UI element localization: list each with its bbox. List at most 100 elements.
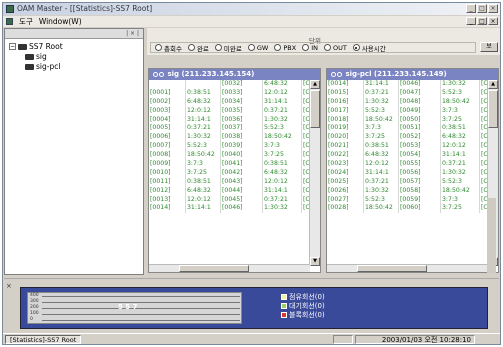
table-row[interactable]: [0016] 1:30:32 [0048] 18:50:42 [C bbox=[327, 97, 488, 107]
table-cell: [0035] bbox=[221, 106, 263, 116]
table-row[interactable]: [0025] 0:37:21 [0057] 5:52:3 [C bbox=[327, 177, 488, 187]
table-row[interactable]: [0012] 6:48:32 [0044] 31:14:1 [C bbox=[149, 186, 310, 196]
table-row[interactable]: [0005] 0:37:21 [0037] 5:52:3 [C bbox=[149, 124, 310, 134]
zoom-in-icon[interactable] bbox=[331, 71, 336, 77]
table-cell: [0034] bbox=[221, 97, 263, 107]
tree-node-root[interactable]: − SS7 Root bbox=[9, 42, 63, 51]
table-row[interactable]: [0027] 5:52:3 [0059] 3:7:3 [C bbox=[327, 195, 488, 205]
table-cell: [0020] bbox=[327, 133, 364, 143]
table-cell: [0060] bbox=[399, 204, 441, 214]
table-row[interactable]: [0014] 31:14:1 [0046] 1:30:32 [C bbox=[149, 204, 310, 214]
table-row[interactable]: [0010] 3:7:25 [0042] 6:48:32 [C bbox=[149, 168, 310, 178]
horizontal-scrollbar[interactable] bbox=[327, 264, 488, 272]
table-cell: [0022] bbox=[327, 151, 364, 161]
mdi-restore-button[interactable]: □ bbox=[477, 17, 487, 25]
table-cell: [0042] bbox=[221, 168, 263, 178]
table-row[interactable]: [0020] 3:7:25 [0052] 6:48:32 [C bbox=[327, 133, 488, 143]
table-cell: 6:48:32 bbox=[263, 168, 302, 178]
axis-tick: 300 bbox=[30, 299, 39, 304]
table-row[interactable]: [0009] 3:7:3 [0041] 0:38:51 [C bbox=[149, 160, 310, 169]
table-cell: 0:38:51 bbox=[186, 88, 221, 98]
splitter-grip[interactable] bbox=[487, 198, 496, 273]
table-row[interactable]: [0014] 31:14:1 [0046] 1:30:32 [C bbox=[327, 80, 488, 89]
scroll-thumb[interactable] bbox=[488, 90, 498, 128]
vertical-scrollbar[interactable]: ▲ ▼ bbox=[309, 80, 320, 266]
stats-panel-sig-pcl: sig-pcl (211.233.145.149) [0014] 31:14:1[… bbox=[326, 68, 499, 273]
radio-total-count[interactable]: 총회수 bbox=[155, 43, 182, 53]
radio-pbx[interactable]: PBX bbox=[274, 44, 296, 52]
scroll-thumb[interactable] bbox=[179, 265, 249, 272]
tree-panel-header[interactable]: | × | bbox=[5, 29, 143, 39]
table-cell: 0:38:51 bbox=[263, 160, 302, 169]
grid-line bbox=[42, 320, 240, 321]
scroll-thumb[interactable] bbox=[357, 265, 427, 272]
expand-minus-icon[interactable]: − bbox=[9, 43, 16, 50]
table-cell: [0039] bbox=[221, 142, 263, 152]
radio-in[interactable]: IN bbox=[302, 44, 318, 52]
menu-window[interactable]: Window(W) bbox=[39, 17, 82, 26]
scroll-down-icon[interactable]: ▼ bbox=[310, 257, 320, 266]
table-row[interactable]: [0008] 18:50:42 [0040] 3:7:25 [C bbox=[149, 151, 310, 161]
table-cell: 12:0:12 bbox=[263, 88, 302, 98]
table-row[interactable]: [0028] 18:50:42 [0060] 3:7:25 [C bbox=[327, 204, 488, 214]
table-row[interactable]: [0032] 6:48:32 [C bbox=[149, 80, 310, 89]
table-cell: 18:50:42 bbox=[364, 115, 399, 125]
horizontal-scrollbar[interactable] bbox=[149, 264, 310, 272]
table-row[interactable]: [0019] 3:7:3 [0051] 0:38:51 [C bbox=[327, 124, 488, 134]
table-row[interactable]: [0024] 31:14:1 [0056] 1:30:32 [C bbox=[327, 168, 488, 178]
table-row[interactable]: [0026] 1:30:32 [0058] 18:50:42 [C bbox=[327, 186, 488, 196]
table-row[interactable]: [0006] 1:30:32 [0038] 18:50:42 [C bbox=[149, 133, 310, 143]
mdi-minimize-button[interactable]: _ bbox=[466, 17, 476, 25]
table-row[interactable]: [0018] 18:50:42 [0050] 3:7:25 [C bbox=[327, 115, 488, 125]
status-window-tab[interactable]: [Statistics]-SS7 Root bbox=[5, 335, 82, 344]
tree-node-sig-pcl[interactable]: sig-pcl bbox=[25, 62, 60, 71]
minimize-button[interactable]: _ bbox=[466, 4, 476, 13]
table-row[interactable]: [0003] 12:0:12 [0035] 0:37:21 [C bbox=[149, 106, 310, 116]
close-button[interactable]: × bbox=[488, 4, 498, 13]
table-row[interactable]: [0001] 0:38:51 [0033] 12:0:12 [C bbox=[149, 88, 310, 98]
table-cell: 3:7:3 bbox=[263, 142, 302, 152]
table-cell: 31:14:1 bbox=[186, 204, 221, 214]
table-row[interactable]: [0007] 5:52:3 [0039] 3:7:3 [C bbox=[149, 142, 310, 152]
status-pane bbox=[333, 335, 353, 344]
table-cell: [0009] bbox=[149, 160, 186, 169]
table-cell: [0032] bbox=[221, 80, 263, 89]
table-cell: [0025] bbox=[327, 177, 364, 187]
unit-radio-group: 총회수 완료 미완료 GW PBX IN OUT 사용시간 bbox=[150, 42, 476, 53]
table-cell: [0055] bbox=[399, 160, 441, 169]
table-row[interactable]: [0015] 0:37:21 [0047] 5:52:3 [C bbox=[327, 88, 488, 98]
radio-incomplete[interactable]: 미완료 bbox=[214, 43, 242, 53]
scroll-thumb[interactable] bbox=[310, 90, 320, 128]
zoom-out-icon[interactable] bbox=[337, 71, 342, 77]
table-cell: [0002] bbox=[149, 97, 186, 107]
table-row[interactable]: [0017] 5:52:3 [0049] 3:7:3 [C bbox=[327, 106, 488, 116]
maximize-button[interactable]: □ bbox=[477, 4, 487, 13]
radio-gw[interactable]: GW bbox=[247, 44, 268, 52]
dock-close-icon[interactable]: × bbox=[6, 282, 12, 290]
table-row[interactable]: [0023] 12:0:12 [0055] 0:37:21 [C bbox=[327, 160, 488, 169]
tree-node-sig[interactable]: sig bbox=[25, 52, 47, 61]
table-row[interactable]: [0022] 6:48:32 [0054] 31:14:1 [C bbox=[327, 151, 488, 161]
table-row[interactable]: [0021] 0:38:51 [0053] 12:0:12 [C bbox=[327, 142, 488, 152]
radio-out[interactable]: OUT bbox=[323, 44, 347, 52]
table-row[interactable]: [0004] 31:14:1 [0036] 1:30:32 [C bbox=[149, 115, 310, 125]
zoom-in-icon[interactable] bbox=[153, 71, 158, 77]
table-row[interactable]: [0013] 12:0:12 [0045] 0:37:21 [C bbox=[149, 195, 310, 205]
table-row[interactable]: [0002] 6:48:32 [0034] 31:14:1 [C bbox=[149, 97, 310, 107]
radio-completed[interactable]: 완료 bbox=[187, 43, 209, 53]
table-row[interactable]: [0011] 0:38:51 [0043] 12:0:12 [C bbox=[149, 177, 310, 187]
radio-usage-time[interactable]: 사용시간 bbox=[352, 43, 386, 53]
menu-tools[interactable]: 도구 bbox=[19, 16, 33, 27]
table-cell: [0048] bbox=[399, 97, 441, 107]
table-cell: 31:14:1 bbox=[186, 115, 221, 125]
table-cell: 1:30:32 bbox=[263, 204, 302, 214]
mdi-close-button[interactable]: × bbox=[488, 17, 498, 25]
unit-selector: 단위 총회수 완료 미완료 GW PBX IN OUT 사용시간 보 bbox=[147, 28, 500, 55]
table-cell: 31:14:1 bbox=[364, 80, 399, 89]
table-cell: 0:37:21 bbox=[364, 88, 399, 98]
zoom-out-icon[interactable] bbox=[159, 71, 164, 77]
table-cell: [0058] bbox=[399, 186, 441, 196]
apply-button[interactable]: 보 bbox=[480, 42, 498, 52]
scroll-up-icon[interactable]: ▲ bbox=[310, 80, 320, 89]
scroll-up-icon[interactable]: ▲ bbox=[488, 80, 498, 89]
